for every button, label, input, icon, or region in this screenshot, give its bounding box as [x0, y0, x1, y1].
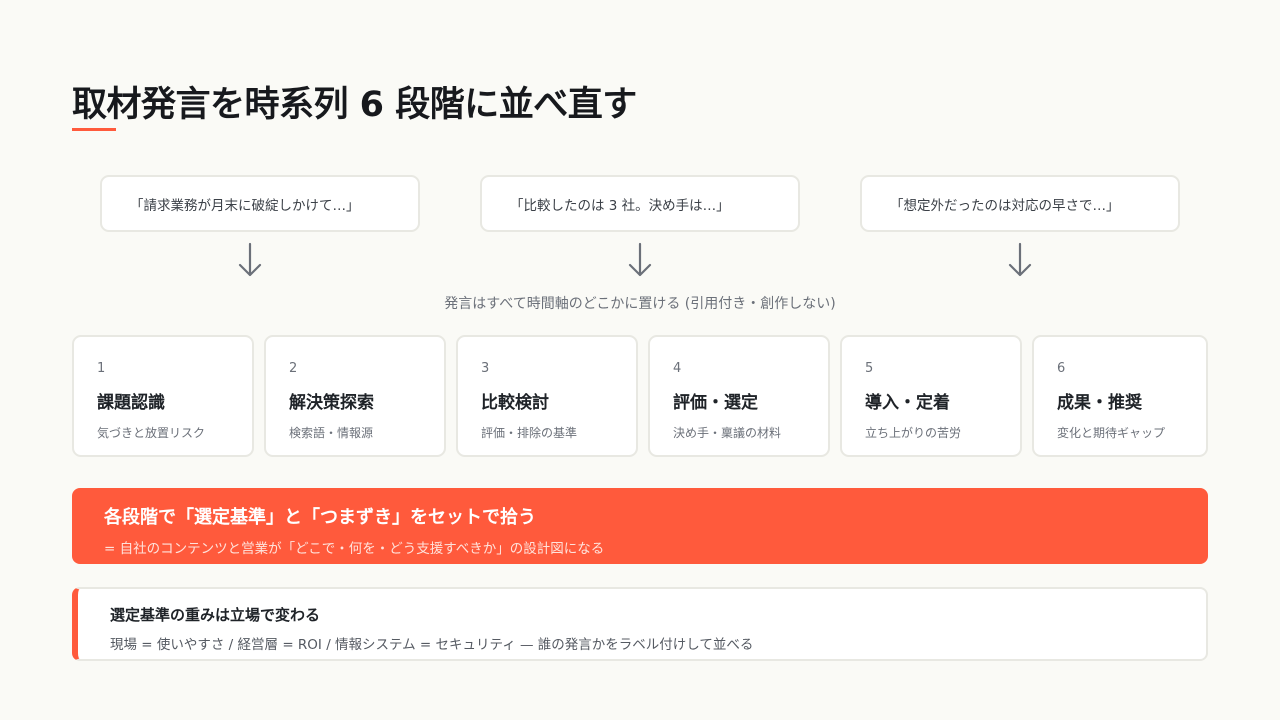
key-message-banner: 各段階で「選定基準」と「つまずき」をセットで拾う = 自社のコンテンツと営業が「…	[72, 488, 1208, 564]
stage-title: 成果・推奨	[1057, 393, 1142, 413]
stage-card-5: 5 導入・定着 立ち上がりの苦労	[840, 335, 1022, 457]
stage-description: 検索語・情報源	[289, 426, 374, 440]
quote-text: 「想定外だったのは対応の早さで…」	[890, 197, 1120, 214]
stage-description: 変化と期待ギャップ	[1057, 426, 1166, 440]
banner-heading: 各段階で「選定基準」と「つまずき」をセットで拾う	[104, 507, 536, 528]
stage-card-3: 3 比較検討 評価・排除の基準	[456, 335, 638, 457]
stage-description: 気づきと放置リスク	[97, 426, 206, 440]
stage-title: 導入・定着	[865, 393, 950, 413]
arrow-down-icon	[1008, 242, 1032, 277]
stage-title: 解決策探索	[289, 393, 374, 413]
stage-number: 1	[97, 361, 106, 376]
quote-card-2: 「比較したのは 3 社。決め手は…」	[480, 175, 800, 232]
stage-card-6: 6 成果・推奨 変化と期待ギャップ	[1032, 335, 1208, 457]
stage-title: 課題認識	[97, 393, 165, 413]
quote-card-3: 「想定外だったのは対応の早さで…」	[860, 175, 1180, 232]
stage-card-4: 4 評価・選定 決め手・稟議の材料	[648, 335, 830, 457]
stage-number: 2	[289, 361, 298, 376]
quote-text: 「比較したのは 3 社。決め手は…」	[510, 197, 730, 214]
stage-number: 5	[865, 361, 874, 376]
title-underline	[72, 128, 116, 131]
stage-number: 6	[1057, 361, 1066, 376]
stage-card-2: 2 解決策探索 検索語・情報源	[264, 335, 446, 457]
arrow-down-icon	[628, 242, 652, 277]
note-box: 選定基準の重みは立場で変わる 現場 = 使いやすさ / 経営層 = ROI / …	[72, 587, 1208, 661]
stage-description: 立ち上がりの苦労	[865, 426, 962, 440]
stage-card-1: 1 課題認識 気づきと放置リスク	[72, 335, 254, 457]
quote-text: 「請求業務が月末に破綻しかけて…」	[130, 197, 360, 214]
stage-title: 評価・選定	[673, 393, 758, 413]
stage-number: 4	[673, 361, 682, 376]
stage-description: 評価・排除の基準	[481, 426, 578, 440]
timeline-caption: 発言はすべて時間軸のどこかに置ける (引用付き・創作しない)	[444, 296, 836, 312]
stage-description: 決め手・稟議の材料	[673, 426, 782, 440]
note-heading: 選定基準の重みは立場で変わる	[110, 606, 321, 624]
quote-card-1: 「請求業務が月末に破綻しかけて…」	[100, 175, 420, 232]
stage-title: 比較検討	[481, 393, 549, 413]
note-subtext: 現場 = 使いやすさ / 経営層 = ROI / 情報システム = セキュリティ…	[110, 637, 754, 653]
banner-subtext: = 自社のコンテンツと営業が「どこで・何を・どう支援すべきか」の設計図になる	[104, 541, 605, 557]
arrow-down-icon	[238, 242, 262, 277]
stage-number: 3	[481, 361, 490, 376]
page-title: 取材発言を時系列 6 段階に並べ直す	[72, 85, 637, 125]
